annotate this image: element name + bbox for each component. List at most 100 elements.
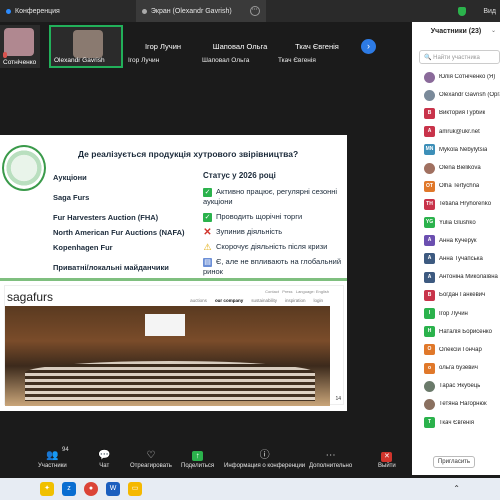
- avatar: B: [424, 107, 435, 119]
- panel-options-icon[interactable]: ⌄: [491, 27, 496, 34]
- slide-left-header: Аукціони: [53, 173, 87, 182]
- shared-screen: Де реалізується продукція хутрового звір…: [0, 135, 347, 411]
- invite-button[interactable]: Пригласить: [433, 456, 475, 468]
- participant-name: Антоніна Миколаївна: [439, 274, 498, 281]
- website-nav-item: login: [313, 298, 323, 303]
- participant-tile-name: Ігор Лучин: [144, 42, 182, 51]
- zoom-window: Конференция Экран (Olexandr Gavrish) ⋯ В…: [0, 0, 500, 500]
- participant-list-item[interactable]: B Богдан Ганкевич: [412, 286, 500, 304]
- meeting-info-button[interactable]: ⓘ Информация о конференции: [224, 449, 305, 469]
- participant-name: Tetiana Hryhorenko: [439, 201, 492, 208]
- more-icon: ⋯: [325, 450, 336, 461]
- folder-icon[interactable]: ▭: [128, 482, 142, 496]
- leave-button[interactable]: ✕ Выйти: [378, 449, 396, 469]
- avatar: MN: [424, 144, 435, 156]
- leave-label: Выйти: [378, 463, 396, 469]
- participant-name: Виктория Гурбик: [439, 110, 486, 117]
- widgets-icon[interactable]: ✦: [40, 482, 54, 496]
- participant-list-item[interactable]: MN Mykola Nebylytsia: [412, 141, 500, 159]
- auction-hall-photo: [5, 306, 330, 406]
- zoom-icon: [6, 8, 11, 14]
- participant-list-item[interactable]: Olexandr Gavrish (Организатор): [412, 86, 500, 104]
- participant-name: Тетяна Нагорнюк: [439, 401, 487, 408]
- avatar: [424, 398, 435, 410]
- search-participant-input[interactable]: 🔍 Найти участника: [419, 50, 500, 64]
- view-menu[interactable]: Вид: [458, 0, 496, 22]
- participant-list-item[interactable]: Aamruk@ukr.net: [412, 123, 500, 141]
- participant-name: ольга бузевич: [439, 365, 478, 372]
- chat-button[interactable]: 💬 Чат: [98, 449, 110, 469]
- meeting-toolbar: 👥 94 Участники 💬 Чат ♡ Отреагировать ↑ П…: [0, 445, 412, 478]
- participant-list-item[interactable]: A Анна Кучерук: [412, 232, 500, 250]
- tab-screen-share[interactable]: Экран (Olexandr Gavrish) ⋯: [135, 0, 266, 22]
- share-button[interactable]: ↑ Поделиться: [181, 449, 214, 469]
- avatar: H: [424, 326, 435, 338]
- participant-list: Юлія Сотніченко (Я) Olexandr Gavrish (Орг…: [412, 68, 500, 432]
- avatar: o: [424, 362, 435, 374]
- participant-name: Тарас Якубець: [439, 383, 481, 390]
- participant-list-item[interactable]: H Наталія Борисенко: [412, 323, 500, 341]
- participant-tile-sub: Шаповал Ольга: [202, 57, 250, 64]
- slide-row-left: Fur Harvesters Auction (FHA): [53, 213, 159, 222]
- chrome-icon[interactable]: ●: [84, 482, 98, 496]
- projection-screen: [145, 314, 185, 336]
- slide-row-right: Скорочує діяльність після кризи: [216, 242, 328, 251]
- video-tile[interactable]: Сотніченко: [0, 25, 40, 68]
- react-button[interactable]: ♡ Отреагировать: [130, 449, 172, 469]
- avatar: [424, 71, 435, 83]
- next-page-button[interactable]: ›: [361, 39, 376, 54]
- participant-list-item[interactable]: OT Olha Tertychna: [412, 177, 500, 195]
- slide-row-left: Приватні/локальні майданчики: [53, 263, 169, 272]
- tray-chevron-icon[interactable]: ⌃: [453, 484, 460, 493]
- slide-heading: Де реалізується продукція хутрового звір…: [78, 149, 299, 159]
- participant-name: Анна Кучерук: [439, 237, 477, 244]
- participant-list-item[interactable]: Юлія Сотніченко (Я): [412, 68, 500, 86]
- word-icon[interactable]: W: [106, 482, 120, 496]
- info-icon: ⓘ: [259, 450, 270, 461]
- video-tile-active[interactable]: Olexandr Gavrish: [49, 25, 123, 68]
- slide-row-left: Kopenhagen Fur: [53, 243, 113, 252]
- participant-name: Богдан Ганкевич: [439, 292, 486, 299]
- website-nav-item: inspiration: [284, 298, 306, 303]
- avatar: TH: [424, 198, 435, 210]
- website-nav: auctions our company sustainability insp…: [190, 298, 323, 303]
- participant-tile-sub: Ігор Лучин: [128, 57, 160, 64]
- participant-name: Olha Tertychna: [439, 183, 480, 190]
- chat-icon: 💬: [98, 450, 111, 461]
- avatar: A: [424, 235, 435, 247]
- participant-list-item[interactable]: I Ігор Лучин: [412, 304, 500, 322]
- chart-icon: ▤: [203, 257, 212, 267]
- video-thumbnails: Сотніченко Olexandr Gavrish Ігор Лучин І…: [0, 22, 412, 70]
- participant-name: Олексій Гончар: [439, 346, 482, 353]
- screen-icon: [141, 8, 147, 14]
- website-nav-item: our company: [214, 298, 244, 303]
- avatar: T: [424, 417, 435, 429]
- more-options-icon[interactable]: ⋯: [249, 6, 260, 16]
- participant-list-item[interactable]: T Ткач Євгенія: [412, 414, 500, 432]
- top-bar: Конференция Экран (Olexandr Gavrish) ⋯ В…: [0, 0, 500, 22]
- tile-name: Сотніченко: [3, 59, 37, 66]
- avatar: [424, 162, 435, 174]
- audience-rows: [25, 361, 315, 401]
- participant-list-item[interactable]: A Антоніна Миколаївна: [412, 268, 500, 286]
- participants-button[interactable]: 👥 94 Участники: [38, 447, 69, 469]
- participant-name: Юлія Сотніченко (Я): [439, 74, 496, 81]
- participant-name: Olena Bielikova: [439, 165, 481, 172]
- participant-list-item[interactable]: O Олексій Гончар: [412, 341, 500, 359]
- tab-conference[interactable]: Конференция: [0, 0, 66, 22]
- participant-list-item[interactable]: A Анна Тучапська: [412, 250, 500, 268]
- participant-list-item[interactable]: B Виктория Гурбик: [412, 104, 500, 122]
- more-button[interactable]: ⋯ Дополнительно: [309, 449, 352, 469]
- participant-list-item[interactable]: Olena Bielikova: [412, 159, 500, 177]
- participant-list-item[interactable]: o ольга бузевич: [412, 359, 500, 377]
- participant-list-item[interactable]: YG Yulia Glushko: [412, 214, 500, 232]
- zoom-taskbar-icon[interactable]: z: [62, 482, 76, 496]
- share-label: Поделиться: [181, 463, 215, 469]
- website-link: Language: English: [295, 289, 329, 294]
- website-link: Contact: [265, 289, 279, 294]
- avatar: A: [424, 126, 435, 138]
- participant-list-item[interactable]: Тетяна Нагорнюк: [412, 395, 500, 413]
- participant-list-item[interactable]: Тарас Якубець: [412, 377, 500, 395]
- avatar: [424, 89, 435, 101]
- participant-list-item[interactable]: TH Tetiana Hryhorenko: [412, 195, 500, 213]
